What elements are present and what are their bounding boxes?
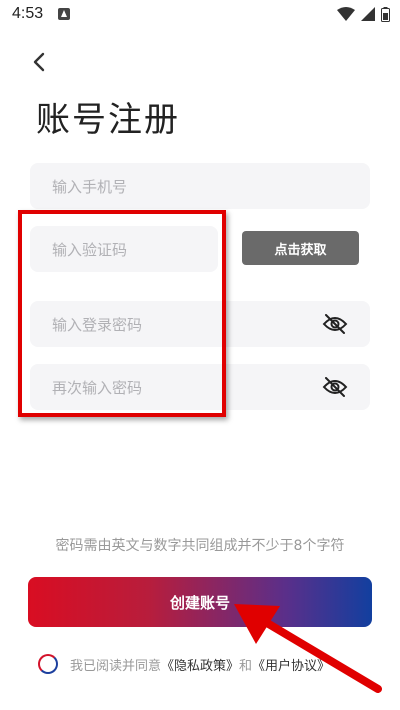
agreement-and: 和	[239, 658, 253, 674]
status-bar: 4:53	[0, 0, 400, 28]
signal-icon	[361, 7, 375, 21]
status-icons	[337, 6, 390, 22]
annotation-highlight-box	[18, 210, 226, 417]
get-code-button[interactable]: 点击获取	[242, 231, 359, 265]
notification-icon	[58, 8, 70, 20]
agreement-text: 我已阅读并同意《隐私政策》和《用户协议》	[70, 655, 330, 674]
battery-icon	[381, 6, 390, 22]
agreement-prefix: 我已阅读并同意	[70, 658, 162, 674]
create-account-button[interactable]: 创建账号	[28, 577, 372, 627]
page-title: 账号注册	[36, 100, 180, 140]
agree-radio[interactable]	[38, 654, 58, 674]
wifi-icon	[337, 7, 355, 21]
status-time: 4:53	[12, 5, 44, 22]
user-agreement-link[interactable]: 《用户协议》	[252, 659, 330, 674]
password-hint: 密码需由英文与数字共同组成并不少于8个字符	[55, 538, 345, 554]
privacy-policy-link[interactable]: 《隐私政策》	[161, 659, 239, 674]
eye-off-icon[interactable]	[322, 314, 348, 334]
back-arrow-icon[interactable]	[28, 50, 52, 74]
phone-input[interactable]: 输入手机号	[30, 163, 370, 209]
phone-placeholder: 输入手机号	[52, 178, 128, 196]
agreement-row: 我已阅读并同意《隐私政策》和《用户协议》	[38, 652, 330, 676]
eye-off-icon[interactable]	[322, 377, 348, 397]
